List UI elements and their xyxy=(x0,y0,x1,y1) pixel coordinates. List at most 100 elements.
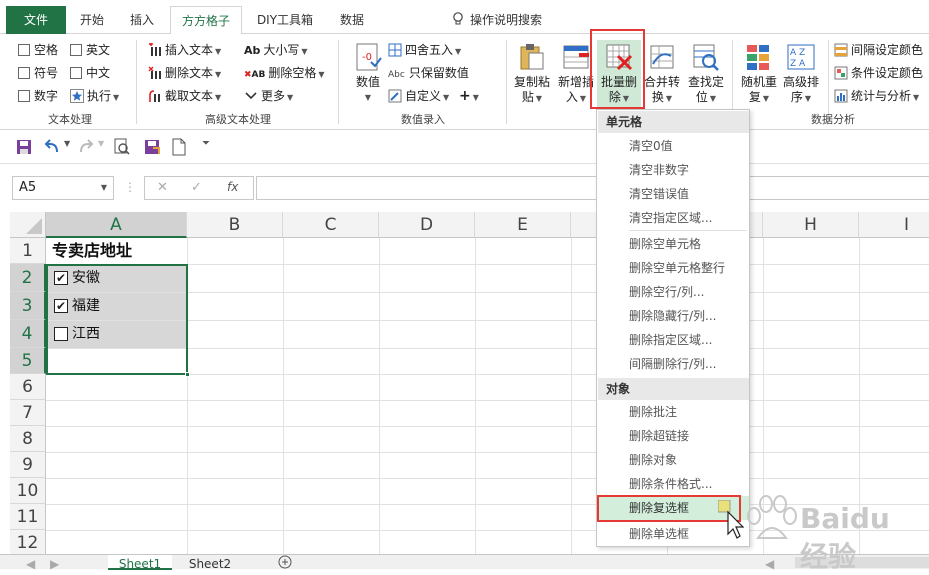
tab-data[interactable]: 数据 xyxy=(330,6,374,34)
plus-button[interactable]: + xyxy=(459,88,471,104)
case-button[interactable]: Ab 大小写 ▼ xyxy=(244,40,308,60)
menu-item-delete-radio-buttons[interactable]: 删除单选框 xyxy=(629,523,689,545)
insert-function-icon[interactable]: fx xyxy=(227,180,238,194)
column-header-b[interactable]: B xyxy=(187,212,283,238)
row-header-6[interactable]: 6 xyxy=(10,374,46,400)
tell-me-search[interactable]: 操作说明搜索 xyxy=(452,6,542,34)
merge-convert-button[interactable]: 合并转换 ▼ xyxy=(640,40,684,110)
option-english[interactable]: 英文 xyxy=(70,40,110,60)
copy-paste-button[interactable]: 复制粘贴 ▼ xyxy=(510,40,554,110)
execute-button[interactable]: 执行 ▼ xyxy=(70,86,119,106)
redo-icon[interactable] xyxy=(78,139,94,158)
tab-home[interactable]: 开始 xyxy=(70,6,114,34)
menu-item-interval-delete[interactable]: 间隔删除行/列... xyxy=(629,353,717,375)
menu-item-delete-empty-rows-cols[interactable]: 删除空行/列... xyxy=(629,281,705,303)
column-header-i[interactable]: I xyxy=(859,212,929,238)
undo-icon[interactable] xyxy=(44,139,60,158)
name-box-dropdown-icon[interactable]: ▼ xyxy=(101,177,107,199)
column-header-e[interactable]: E xyxy=(475,212,571,238)
menu-item-delete-comments[interactable]: 删除批注 xyxy=(629,401,677,423)
find-locate-button[interactable]: 查找定位 ▼ xyxy=(684,40,728,110)
group-label-number: 数值录入 xyxy=(401,113,445,126)
statistics-button[interactable]: 统计与分析 ▼ xyxy=(834,86,919,106)
row-header-12[interactable]: 12 xyxy=(10,530,46,554)
enter-icon[interactable]: ✓ xyxy=(191,180,202,195)
case-icon: Ab xyxy=(244,44,261,57)
menu-item-delete-empty-cells[interactable]: 删除空单元格 xyxy=(629,233,701,255)
row-header-2[interactable]: 2 xyxy=(10,264,46,292)
menu-item-delete-conditional-format[interactable]: 删除条件格式... xyxy=(629,473,712,495)
save-as-icon[interactable] xyxy=(144,139,160,158)
option-chinese[interactable]: 中文 xyxy=(70,63,110,83)
gridline xyxy=(46,478,929,479)
keep-value-button[interactable]: Abc 只保留数值 xyxy=(388,63,469,83)
delete-text-button[interactable]: 删除文本 ▼ xyxy=(148,63,221,83)
option-number[interactable]: 数字 xyxy=(18,86,58,106)
value-button[interactable]: -0 数值 ▼ xyxy=(346,40,390,110)
random-repeat-button[interactable]: 随机重复 ▼ xyxy=(737,40,781,110)
tab-file[interactable]: 文件 xyxy=(6,6,66,34)
scroll-left-icon[interactable]: ◀ xyxy=(26,555,35,571)
menu-item-clear-zero[interactable]: 清空0值 xyxy=(629,135,673,157)
menu-item-delete-range[interactable]: 删除指定区域... xyxy=(629,329,712,351)
condition-color-button[interactable]: 条件设定颜色 xyxy=(834,63,923,83)
menu-item-delete-empty-cell-rows[interactable]: 删除空单元格整行 xyxy=(629,257,725,279)
column-header-c[interactable]: C xyxy=(283,212,379,238)
add-sheet-icon[interactable] xyxy=(278,555,292,570)
row-header-1[interactable]: 1 xyxy=(10,238,46,264)
row-header-9[interactable]: 9 xyxy=(10,452,46,478)
checkbox-icon xyxy=(70,67,82,79)
name-box[interactable]: A5 ▼ xyxy=(12,176,114,200)
row-header-5[interactable]: 5 xyxy=(10,348,46,374)
row-header-4[interactable]: 4 xyxy=(10,320,46,348)
sheet-tab-sheet1[interactable]: Sheet1 xyxy=(108,555,172,571)
hscroll-left-icon[interactable]: ◀ xyxy=(765,555,774,571)
round-button[interactable]: 四舍五入 ▼ xyxy=(388,40,461,60)
insert-text-button[interactable]: 插入文本 ▼ xyxy=(148,40,221,60)
row-header-11[interactable]: 11 xyxy=(10,504,46,530)
redo-dropdown-icon[interactable]: ▼ xyxy=(98,139,104,148)
interval-color-icon xyxy=(834,43,848,57)
extract-text-button[interactable]: 截取文本 ▼ xyxy=(148,86,221,106)
tab-diy[interactable]: DIY工具箱 xyxy=(250,6,320,34)
checkbox-icon xyxy=(18,67,30,79)
tab-insert[interactable]: 插入 xyxy=(120,6,164,34)
select-all-corner[interactable] xyxy=(10,212,46,238)
column-header-a[interactable]: A xyxy=(46,212,187,238)
menu-item-delete-hidden-rows-cols[interactable]: 删除隐藏行/列... xyxy=(629,305,717,327)
statistics-label: 统计与分析 xyxy=(851,89,912,103)
menu-item-clear-non-numeric[interactable]: 清空非数字 xyxy=(629,159,689,181)
column-header-h[interactable]: H xyxy=(763,212,859,238)
cell-a1[interactable]: 专卖店地址 xyxy=(52,238,132,264)
tab-fangfang[interactable]: 方方格子 xyxy=(170,6,242,35)
cancel-icon[interactable]: ✕ xyxy=(157,180,168,195)
menu-item-delete-objects[interactable]: 删除对象 xyxy=(629,449,677,471)
row-header-8[interactable]: 8 xyxy=(10,426,46,452)
undo-dropdown-icon[interactable]: ▼ xyxy=(64,139,70,148)
keep-value-icon: Abc xyxy=(388,70,405,80)
sheet-tab-sheet2[interactable]: Sheet2 xyxy=(178,555,242,571)
option-symbol[interactable]: 符号 xyxy=(18,63,58,83)
new-document-icon[interactable] xyxy=(172,138,186,159)
menu-item-clear-errors[interactable]: 清空错误值 xyxy=(629,183,689,205)
custom-label: 自定义 xyxy=(405,89,442,103)
more-button[interactable]: 更多 ▼ xyxy=(244,86,293,106)
gridline xyxy=(46,452,929,453)
fill-handle[interactable] xyxy=(185,372,190,377)
option-space[interactable]: 空格 xyxy=(18,40,58,60)
row-header-10[interactable]: 10 xyxy=(10,478,46,504)
advanced-sort-button[interactable]: A ZZ A 高级排序 ▼ xyxy=(779,40,823,110)
custom-button[interactable]: 自定义 ▼ + ▼ xyxy=(388,86,479,106)
column-header-d[interactable]: D xyxy=(379,212,475,238)
formula-input[interactable] xyxy=(256,176,929,200)
save-icon[interactable] xyxy=(16,139,32,158)
menu-item-delete-hyperlinks[interactable]: 删除超链接 xyxy=(629,425,689,447)
scroll-right-icon[interactable]: ▶ xyxy=(50,555,59,571)
print-preview-icon[interactable] xyxy=(114,138,130,159)
row-header-3[interactable]: 3 xyxy=(10,292,46,320)
interval-color-button[interactable]: 间隔设定颜色 xyxy=(834,40,923,60)
menu-item-clear-range[interactable]: 清空指定区域... xyxy=(629,207,712,229)
row-header-7[interactable]: 7 xyxy=(10,400,46,426)
delete-space-button[interactable]: ✖AB 删除空格 ▼ xyxy=(244,63,325,83)
customize-qat-icon[interactable]: ⏷ xyxy=(202,138,210,149)
